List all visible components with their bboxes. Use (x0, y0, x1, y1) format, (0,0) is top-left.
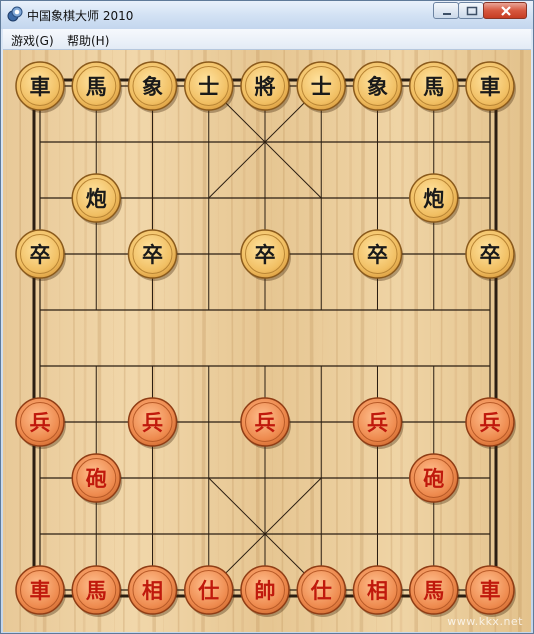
close-button[interactable] (483, 2, 527, 19)
piece-label: 卒 (367, 242, 388, 267)
chess-app-icon (7, 6, 23, 22)
piece-label: 炮 (423, 186, 444, 211)
maximize-button[interactable] (458, 2, 484, 19)
app-window: 中国象棋大师 2010 游戏(G) 帮助(H) 車 馬 象 士 將 士 象 馬 … (0, 0, 534, 634)
piece-label: 車 (30, 74, 51, 99)
piece-label: 兵 (255, 410, 276, 435)
menu-bar: 游戏(G) 帮助(H) (3, 29, 531, 50)
piece-label: 兵 (142, 410, 163, 435)
minimize-icon (443, 13, 451, 15)
piece-label: 兵 (30, 410, 51, 435)
piece-label: 象 (142, 74, 163, 99)
minimize-button[interactable] (433, 2, 459, 19)
piece-label: 馬 (423, 578, 444, 603)
piece-label: 相 (142, 578, 163, 603)
piece-label: 卒 (480, 242, 501, 267)
window-title: 中国象棋大师 2010 (27, 9, 134, 23)
piece-label: 砲 (86, 466, 107, 491)
piece-label: 炮 (86, 186, 107, 211)
piece-label: 將 (255, 74, 276, 99)
menu-help[interactable]: 帮助(H) (67, 32, 109, 49)
piece-label: 仕 (310, 578, 332, 603)
piece-label: 象 (367, 74, 388, 99)
piece-label: 仕 (197, 578, 219, 603)
title-bar[interactable]: 中国象棋大师 2010 (1, 1, 533, 29)
game-board-area[interactable]: 車馬象士將士象馬車炮炮卒卒卒卒卒兵兵兵兵兵砲砲車馬相仕帥仕相馬車 www.kkx… (3, 50, 531, 632)
close-icon (501, 6, 511, 16)
maximize-icon (466, 6, 478, 16)
piece-label: 車 (480, 74, 501, 99)
piece-label: 兵 (367, 410, 388, 435)
piece-label: 車 (30, 578, 51, 603)
piece-label: 砲 (423, 466, 444, 491)
piece-label: 卒 (142, 242, 163, 267)
chess-board[interactable]: 車馬象士將士象馬車炮 炮卒卒卒卒卒兵兵兵兵兵砲 砲車馬相仕帥仕相馬車 (3, 50, 531, 632)
piece-label: 馬 (423, 74, 444, 99)
piece-label: 車 (480, 578, 501, 603)
piece-label: 馬 (86, 578, 107, 603)
piece-label: 相 (367, 578, 388, 603)
piece-label: 帥 (255, 578, 276, 603)
piece-label: 馬 (86, 74, 107, 99)
piece-label: 士 (311, 74, 332, 99)
menu-game[interactable]: 游戏(G) (11, 32, 54, 49)
watermark-text: www.kkx.net (447, 615, 523, 628)
piece-label: 士 (198, 74, 219, 99)
piece-label: 兵 (480, 410, 501, 435)
piece-label: 卒 (255, 242, 276, 267)
piece-label: 卒 (30, 242, 51, 267)
